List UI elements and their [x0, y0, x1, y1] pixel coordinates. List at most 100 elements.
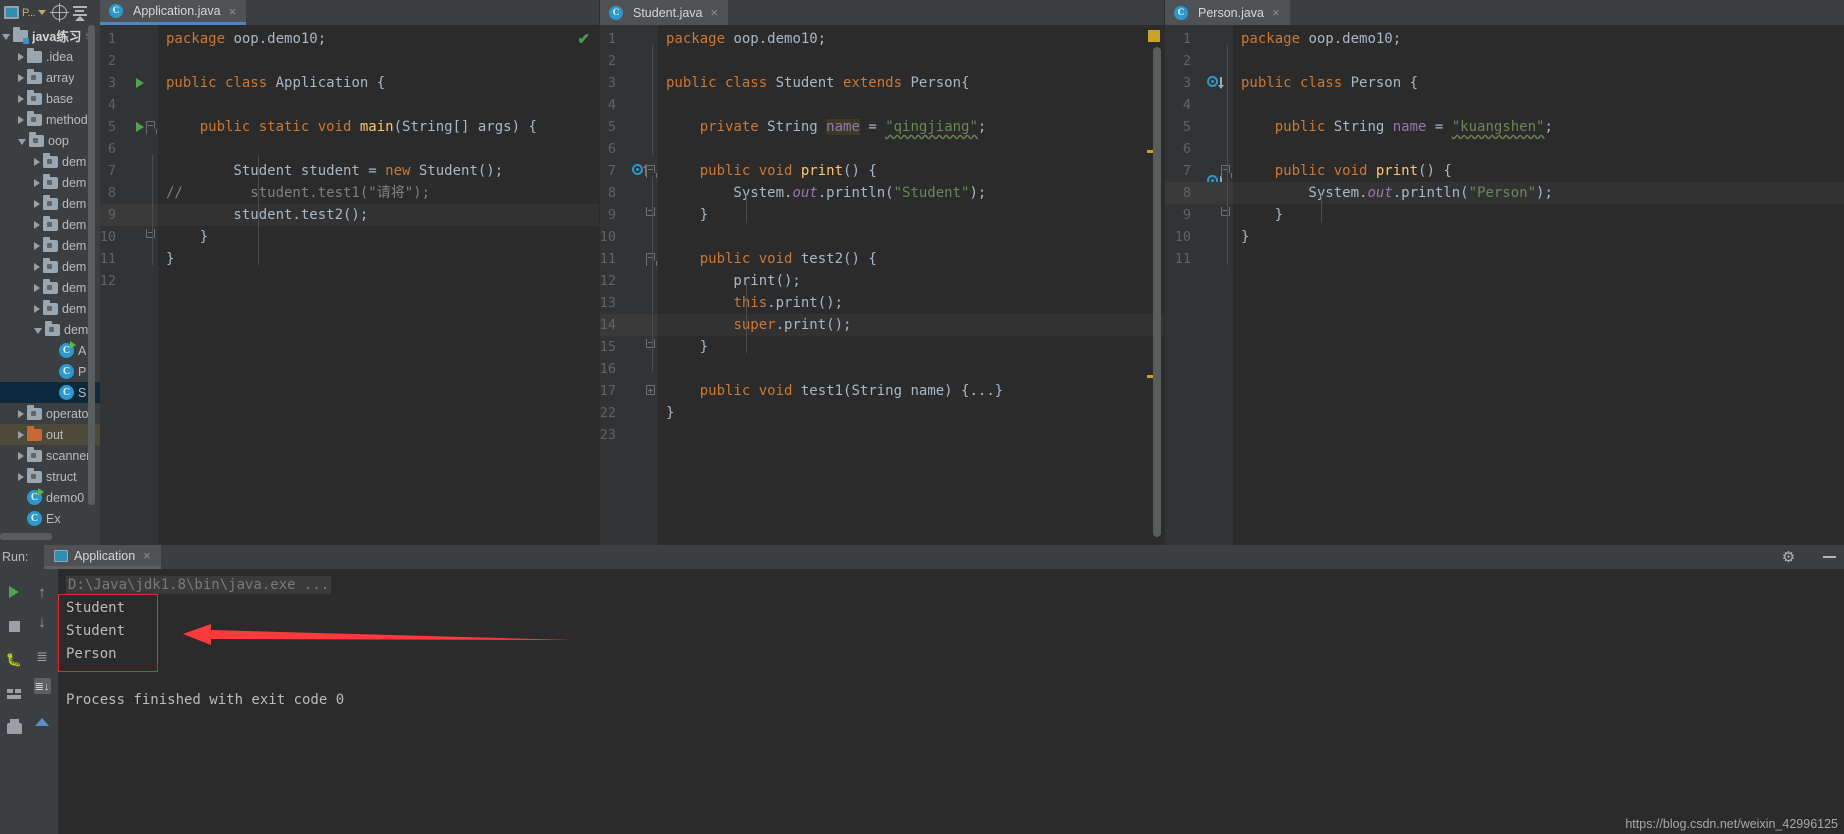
fold-end-icon[interactable]	[646, 207, 655, 216]
gutter-3[interactable]: 1 2 3 4 5 6 7 8 9 10 11	[1165, 25, 1233, 545]
chevron-right-icon[interactable]	[18, 73, 24, 82]
tree-item-dem[interactable]: dem	[0, 256, 100, 277]
print-icon[interactable]	[0, 715, 28, 741]
editor-scrollbar-2[interactable]	[1153, 47, 1161, 537]
fold-end-icon[interactable]	[646, 339, 655, 348]
rerun-play-icon[interactable]	[0, 579, 28, 605]
tree-item-base[interactable]: base	[0, 88, 100, 109]
tree-item-scanner[interactable]: scanner	[0, 445, 100, 466]
debugger-icon[interactable]: 🐛	[0, 647, 28, 673]
tree-item-ex[interactable]: C Ex	[0, 508, 100, 529]
line-number: 6	[1182, 141, 1191, 157]
overriding-method-icon[interactable]	[632, 164, 649, 176]
collapse-fold-icon[interactable]	[645, 165, 657, 178]
locate-icon[interactable]	[50, 3, 70, 22]
tab-person-java[interactable]: C Person.java ×	[1165, 0, 1290, 25]
line-number: 13	[600, 295, 616, 311]
collapse-fold-icon[interactable]	[1220, 165, 1232, 178]
chevron-down-icon[interactable]	[2, 33, 10, 40]
gutter-2[interactable]: 1 2 3 4 5 6 7 8 9 10 11 12 13 14 15 16 17 22 23	[600, 25, 658, 545]
sidebar-horizontal-scrollbar[interactable]	[0, 533, 52, 540]
tree-item-array[interactable]: array	[0, 67, 100, 88]
chevron-right-icon[interactable]	[18, 52, 24, 61]
tab-application-java[interactable]: C Application.java ×	[100, 0, 247, 25]
editor-body-2[interactable]: 1 2 3 4 5 6 7 8 9 10 11 12 13 14 15 16 17 22 23 package oo…	[600, 25, 1165, 545]
chevron-right-icon[interactable]	[34, 157, 40, 166]
sidebar-vertical-scrollbar[interactable]	[88, 25, 95, 505]
tree-item-method[interactable]: method	[0, 109, 100, 130]
tree-item-dem[interactable]: dem	[0, 193, 100, 214]
chevron-right-icon[interactable]	[18, 94, 24, 103]
close-icon[interactable]: ×	[711, 6, 719, 19]
stop-icon[interactable]	[0, 613, 28, 639]
settings-gear-icon[interactable]: ⚙	[1781, 550, 1796, 565]
run-gutter-icon[interactable]	[136, 122, 144, 132]
tree-item-dem[interactable]: dem	[0, 277, 100, 298]
chevron-right-icon[interactable]	[18, 472, 24, 481]
tree-item-label: scanner	[46, 448, 91, 463]
overridden-method-icon[interactable]	[1207, 76, 1224, 89]
code-token: Application {	[267, 75, 386, 91]
chevron-right-icon[interactable]	[34, 220, 40, 229]
scroll-to-end-icon[interactable]: ≣↓	[28, 673, 56, 699]
tree-item-operato[interactable]: operato	[0, 403, 100, 424]
tree-item-dem[interactable]: dem	[0, 172, 100, 193]
chevron-right-icon[interactable]	[34, 283, 40, 292]
gutter-1[interactable]: 1 2 3 4 5 6 7 8 9 10 11 12	[100, 25, 158, 545]
chevron-right-icon[interactable]	[34, 304, 40, 313]
tree-item-demo0[interactable]: Cdemo0	[0, 487, 100, 508]
chevron-down-icon[interactable]	[34, 327, 42, 334]
tree-item--idea[interactable]: .idea	[0, 46, 100, 67]
chevron-right-icon[interactable]	[18, 430, 24, 439]
collapse-fold-icon[interactable]	[645, 253, 657, 266]
fold-end-icon[interactable]	[1221, 207, 1230, 216]
project-view-button[interactable]: P...	[4, 6, 47, 19]
code-3[interactable]: package oop.demo10; public class Person {…	[1233, 25, 1844, 545]
chevron-down-icon[interactable]	[18, 138, 26, 145]
close-icon[interactable]: ×	[1272, 6, 1280, 19]
collapse-fold-icon[interactable]	[145, 121, 157, 134]
console-output[interactable]: D:\Java\jdk1.8\bin\java.exe ... Student …	[58, 569, 1844, 834]
tree-item-a[interactable]: CA	[0, 340, 100, 361]
run-tab-application[interactable]: Application ×	[44, 545, 161, 569]
line-number: 3	[107, 75, 116, 91]
warning-marker[interactable]	[1148, 30, 1160, 42]
chevron-right-icon[interactable]	[34, 178, 40, 187]
fold-end-icon[interactable]	[146, 229, 155, 238]
scroll-up-icon[interactable]: ↑	[28, 579, 56, 605]
tree-item-dem[interactable]: dem	[0, 214, 100, 235]
close-icon[interactable]: ×	[143, 549, 151, 562]
code-1[interactable]: package oop.demo10; public class Applicat…	[158, 25, 600, 545]
tab-student-java[interactable]: C Student.java ×	[600, 0, 729, 25]
tree-item-java-[interactable]: java练习s	[0, 25, 100, 46]
tree-item-struct[interactable]: struct	[0, 466, 100, 487]
scroll-down-icon[interactable]: ↓	[28, 609, 56, 635]
close-icon[interactable]: ×	[229, 5, 237, 18]
soft-wrap-icon[interactable]: ≣	[28, 643, 56, 669]
editor-body-3[interactable]: 1 2 3 4 5 6 7 8 9 10 11 package oop.demo10; public …	[1165, 25, 1844, 545]
run-gutter-icon[interactable]	[136, 78, 144, 88]
tree-item-p[interactable]: CP	[0, 361, 100, 382]
editor-body-1[interactable]: 1 2 3 4 5 6 7 8 9 10 11 12 package oop.demo10; publi…	[100, 25, 600, 545]
tree-item-dem[interactable]: dem	[0, 235, 100, 256]
tree-item-oop[interactable]: oop	[0, 130, 100, 151]
tree-item-dem[interactable]: dem	[0, 151, 100, 172]
tree-item-dem[interactable]: dem	[0, 319, 100, 340]
chevron-right-icon[interactable]	[18, 115, 24, 124]
chevron-right-icon[interactable]	[18, 451, 24, 460]
tree-item-out[interactable]: out	[0, 424, 100, 445]
code-2[interactable]: package oop.demo10; public class Student …	[658, 25, 1165, 545]
chevron-right-icon[interactable]	[34, 262, 40, 271]
print-grid-icon[interactable]	[0, 681, 28, 707]
chevron-right-icon[interactable]	[34, 241, 40, 250]
tree-item-s[interactable]: CS	[0, 382, 100, 403]
expand-up-icon[interactable]	[28, 709, 56, 735]
chevron-right-icon[interactable]	[34, 199, 40, 208]
chevron-right-icon[interactable]	[18, 409, 24, 418]
project-tree[interactable]: java练习s .idea array base method oop dem dem dem d…	[0, 25, 100, 545]
chevron-down-icon[interactable]	[38, 10, 47, 15]
expand-fold-icon[interactable]	[646, 385, 655, 395]
collapse-all-icon[interactable]	[73, 5, 88, 21]
minimize-icon[interactable]	[1823, 556, 1836, 558]
tree-item-dem[interactable]: dem	[0, 298, 100, 319]
